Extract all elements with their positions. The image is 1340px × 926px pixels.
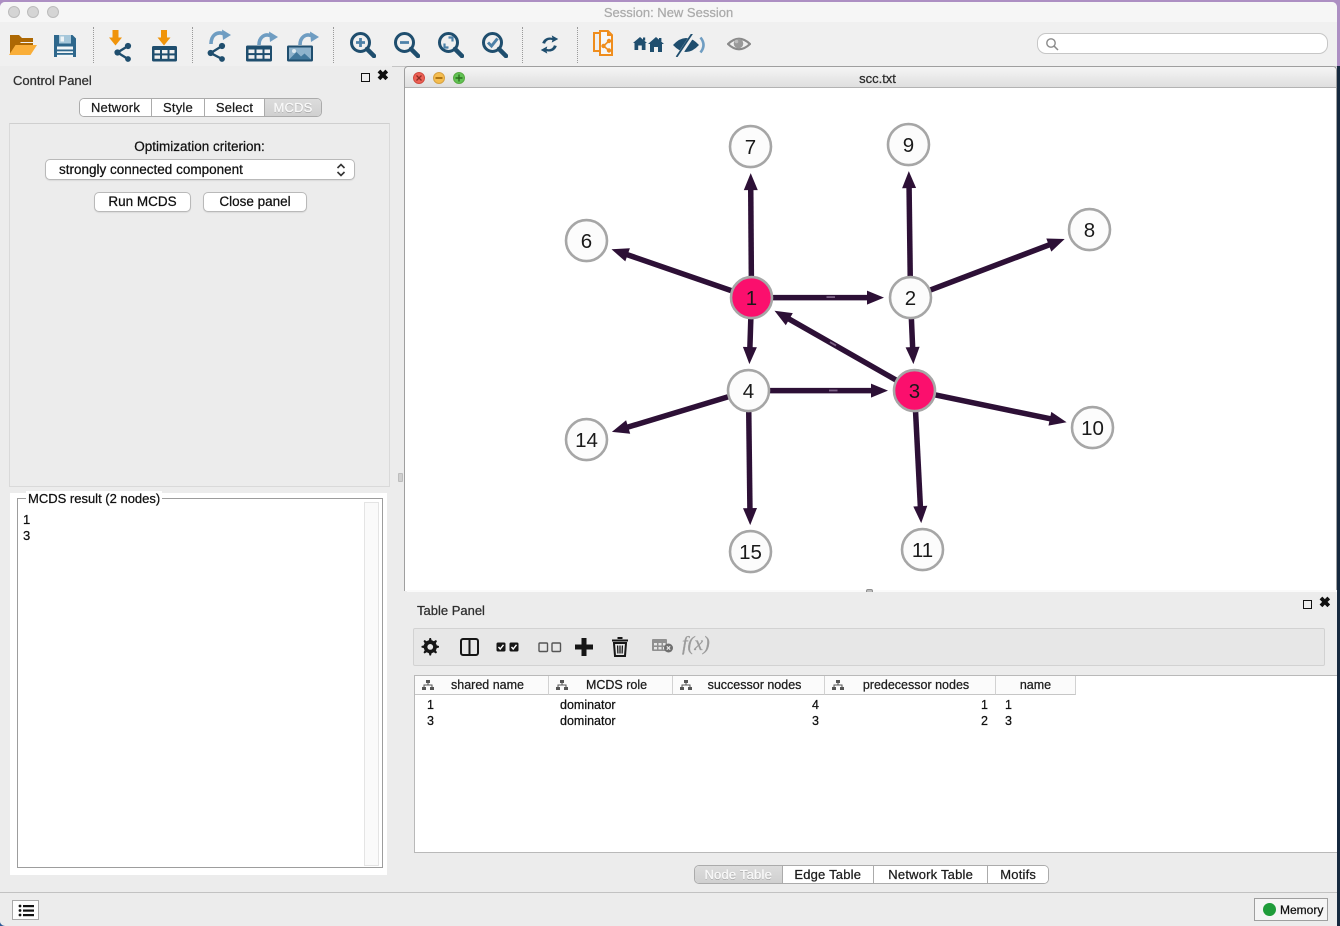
svg-text:3: 3 (909, 380, 920, 403)
svg-text:15: 15 (739, 541, 762, 564)
svg-text:9: 9 (903, 134, 914, 157)
svg-text:7: 7 (745, 136, 756, 159)
svg-text:8: 8 (1084, 219, 1095, 242)
svg-text:11: 11 (912, 539, 933, 562)
svg-text:2: 2 (905, 287, 916, 310)
svg-text:6: 6 (581, 230, 592, 253)
svg-text:10: 10 (1081, 417, 1104, 440)
svg-text:14: 14 (575, 429, 598, 452)
svg-text:4: 4 (743, 380, 754, 403)
svg-text:1: 1 (746, 287, 757, 310)
